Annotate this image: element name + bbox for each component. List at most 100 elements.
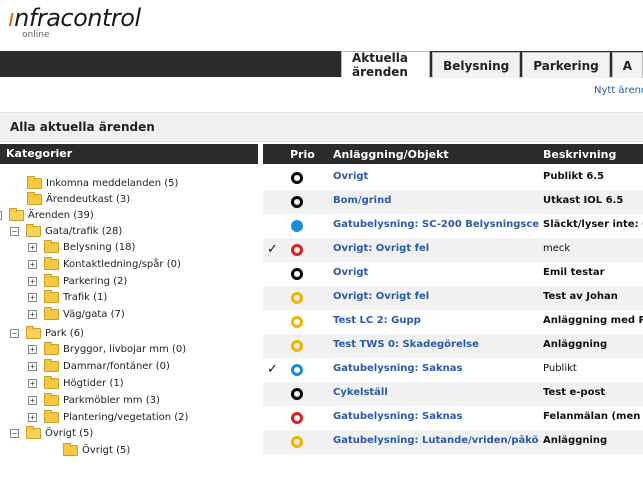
collapse-icon[interactable]: −	[10, 226, 19, 236]
collapse-icon[interactable]: −	[10, 428, 19, 438]
table-row[interactable]: Cykelställ Test e-post	[263, 382, 643, 406]
collapse-icon[interactable]: −	[0, 210, 2, 220]
tree-node-label: Gata/trafik (28)	[45, 225, 123, 237]
expand-icon[interactable]: +	[28, 292, 37, 302]
expand-icon[interactable]: +	[28, 395, 37, 405]
expand-icon[interactable]: +	[28, 412, 37, 422]
object-link[interactable]: Övrigt	[333, 171, 539, 182]
tree-node[interactable]: + Högtider (1)	[28, 375, 124, 390]
folder-icon	[63, 442, 78, 456]
object-link[interactable]: Övrigt	[333, 267, 539, 278]
grid-header: Prio Anläggning/Objekt Beskrivning	[263, 144, 643, 164]
tree-node[interactable]: Övrigt (5)	[63, 442, 130, 457]
expand-icon[interactable]: +	[28, 361, 37, 371]
priority-indicator-icon	[291, 196, 303, 208]
tab-bar: Aktuella ärenden Belysning Parkering A	[341, 51, 643, 79]
table-row[interactable]: ✓ Övrigt: Övrigt fel meck	[263, 238, 643, 262]
object-link[interactable]: Cykelställ	[333, 387, 539, 398]
description-cell: Publikt 6.5	[543, 171, 605, 182]
tree-node-label: Parkmöbler mm (3)	[63, 394, 160, 406]
priority-indicator-icon	[291, 292, 303, 304]
expand-icon[interactable]: +	[28, 259, 37, 269]
tab-aktuella-arenden[interactable]: Aktuella ärenden	[341, 51, 431, 79]
tab-belysning[interactable]: Belysning	[432, 52, 521, 78]
tree-node[interactable]: − Gata/trafik (28)	[10, 223, 123, 238]
tree-node-label: Dammar/fontäner (0)	[63, 360, 170, 372]
column-description[interactable]: Beskrivning	[543, 148, 616, 161]
expand-icon[interactable]: +	[28, 378, 37, 388]
tree-node[interactable]: + Bryggor, livbojar mm (0)	[28, 341, 187, 356]
tree-node[interactable]: Inkomna meddelanden (5)	[27, 175, 179, 190]
categories-header: Kategorier	[0, 144, 258, 164]
description-cell: Anläggning	[543, 339, 608, 350]
folder-icon	[44, 289, 59, 303]
expand-icon[interactable]: +	[28, 276, 37, 286]
table-row[interactable]: Bom/grind Utkast IOL 6.5	[263, 190, 643, 214]
tree-node[interactable]: − Ärenden (39)	[0, 207, 94, 222]
tree-node[interactable]: + Belysning (18)	[28, 239, 136, 254]
column-object[interactable]: Anläggning/Objekt	[333, 148, 449, 161]
tree-node[interactable]: − Park (6)	[10, 325, 84, 340]
expand-icon[interactable]: +	[28, 242, 37, 252]
table-row[interactable]: Gatubelysning: Lutande/vriden/påkörd Anlä…	[263, 430, 643, 454]
priority-indicator-icon	[291, 172, 303, 184]
table-row[interactable]: Gatubelysning: Saknas Felanmälan (men	[263, 406, 643, 430]
tree-node[interactable]: + Parkmöbler mm (3)	[28, 392, 160, 407]
tree-node[interactable]: − Övrigt (5)	[10, 425, 93, 440]
tree-node-label: Belysning (18)	[63, 241, 136, 253]
folder-open-icon	[26, 223, 41, 237]
new-case-link[interactable]: Nytt ärend	[594, 85, 643, 96]
description-cell: Test e-post	[543, 387, 606, 398]
object-link[interactable]: Test TWS 0: Skadegörelse	[333, 339, 539, 350]
priority-indicator-icon	[291, 388, 303, 400]
logo: ınfracontrol online	[8, 4, 141, 40]
description-cell: Anläggning	[543, 435, 608, 446]
tree-node-label: Väg/gata (7)	[63, 308, 125, 320]
folder-open-icon	[26, 425, 41, 439]
logo-wordmark: ınfracontrol	[8, 4, 141, 32]
collapse-icon[interactable]: −	[10, 328, 19, 338]
object-link[interactable]: Test LC 2: Gupp	[333, 315, 539, 326]
tab-overflow[interactable]: A	[611, 52, 643, 78]
tree-node[interactable]: Ärendeutkast (3)	[27, 191, 130, 206]
priority-indicator-icon	[291, 220, 303, 232]
table-row[interactable]: Gatubelysning: SC-200 Belysningscent... S…	[263, 214, 643, 238]
folder-open-icon	[26, 325, 41, 339]
object-link[interactable]: Övrigt: Övrigt fel	[333, 243, 539, 254]
folder-icon	[44, 375, 59, 389]
table-row[interactable]: Övrigt Emil testar	[263, 262, 643, 286]
description-cell: meck	[543, 243, 571, 254]
checkmark-icon: ✓	[267, 362, 278, 377]
object-link[interactable]: Bom/grind	[333, 195, 539, 206]
tree-node[interactable]: + Dammar/fontäner (0)	[28, 358, 170, 373]
table-row[interactable]: Test TWS 0: Skadegörelse Anläggning	[263, 334, 643, 358]
description-cell: Anläggning med P	[543, 315, 643, 326]
object-link[interactable]: Gatubelysning: Saknas	[333, 363, 539, 374]
priority-indicator-icon	[291, 244, 303, 256]
object-link[interactable]: Övrigt: Övrigt fel	[333, 291, 539, 302]
folder-icon	[44, 341, 59, 355]
tree-node-label: Kontaktledning/spår (0)	[63, 258, 181, 270]
object-link[interactable]: Gatubelysning: Saknas	[333, 411, 539, 422]
object-link[interactable]: Gatubelysning: Lutande/vriden/påkörd	[333, 435, 539, 446]
tree-node-label: Bryggor, livbojar mm (0)	[63, 343, 187, 355]
categories-title: Kategorier	[6, 147, 73, 160]
table-row[interactable]: ✓ Gatubelysning: Saknas Publikt	[263, 358, 643, 382]
expand-icon[interactable]: +	[28, 309, 37, 319]
table-row[interactable]: Test LC 2: Gupp Anläggning med P	[263, 310, 643, 334]
tree-node[interactable]: + Kontaktledning/spår (0)	[28, 256, 181, 271]
tree-node[interactable]: + Plantering/vegetation (2)	[28, 409, 188, 424]
tab-parkering[interactable]: Parkering	[522, 52, 610, 78]
description-cell: Test av Johan	[543, 291, 618, 302]
table-row[interactable]: Övrigt Publikt 6.5	[263, 166, 643, 190]
tree-node-label: Inkomna meddelanden (5)	[46, 177, 179, 189]
object-link[interactable]: Gatubelysning: SC-200 Belysningscent...	[333, 219, 539, 230]
tree-node-label: Parkering (2)	[63, 275, 128, 287]
tree-node[interactable]: + Väg/gata (7)	[28, 306, 125, 321]
tree-node[interactable]: + Parkering (2)	[28, 273, 128, 288]
tree-node[interactable]: + Trafik (1)	[28, 289, 107, 304]
expand-icon[interactable]: +	[28, 344, 37, 354]
folder-icon	[44, 306, 59, 320]
column-prio[interactable]: Prio	[290, 148, 315, 161]
table-row[interactable]: Övrigt: Övrigt fel Test av Johan	[263, 286, 643, 310]
